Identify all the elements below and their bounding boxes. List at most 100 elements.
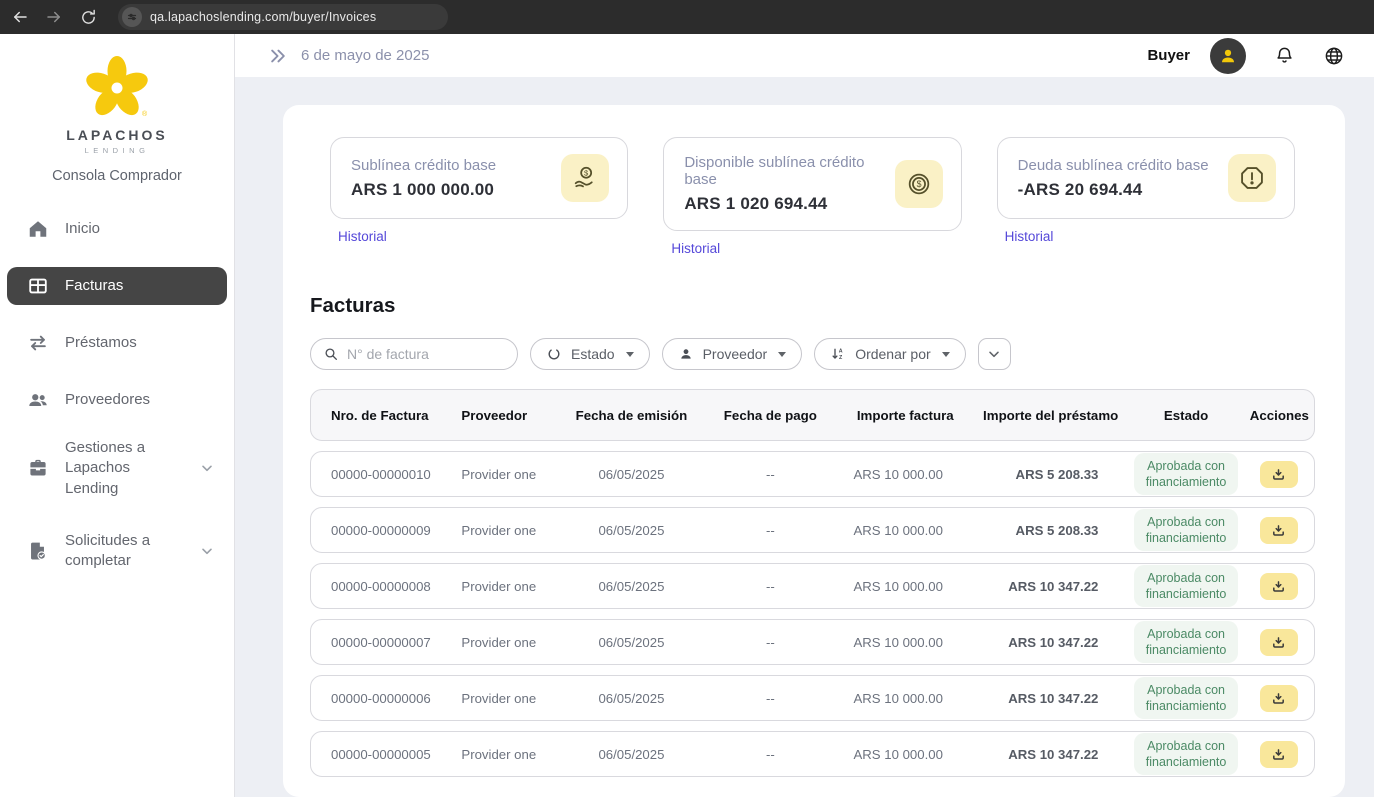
sidebar-item-proveedores[interactable]: Proveedores — [7, 381, 227, 419]
forward-arrow-icon[interactable] — [44, 7, 64, 27]
table-row[interactable]: 00000-00000010 Provider one 06/05/2025 -… — [310, 451, 1315, 497]
reload-icon[interactable] — [78, 7, 98, 27]
bell-icon[interactable] — [1272, 44, 1296, 68]
cell-invoice-amount: ARS 10 000.00 — [838, 747, 973, 762]
swap-arrows-icon — [27, 332, 49, 354]
caret-down-icon — [778, 352, 786, 357]
filter-proveedor[interactable]: Proveedor — [662, 338, 803, 370]
svg-text:A: A — [839, 349, 843, 355]
sidebar-item-facturas[interactable]: Facturas — [7, 267, 227, 305]
cell-payment-date: -- — [703, 691, 837, 706]
download-button[interactable] — [1260, 741, 1298, 768]
site-settings-icon[interactable] — [122, 7, 142, 27]
sidebar-item-prestamos[interactable]: Préstamos — [7, 324, 227, 362]
table-row[interactable]: 00000-00000008 Provider one 06/05/2025 -… — [310, 563, 1315, 609]
sidebar-item-label: Inicio — [65, 219, 215, 239]
cell-provider: Provider one — [449, 523, 559, 538]
table-header: Nro. de Factura Proveedor Fecha de emisi… — [310, 389, 1315, 441]
cell-issue-date: 06/05/2025 — [560, 523, 703, 538]
card-value: ARS 1 000 000.00 — [351, 180, 496, 200]
status-badge: Aprobada con financiamiento — [1134, 621, 1237, 664]
home-icon — [27, 218, 49, 240]
historial-link[interactable]: Historial — [1005, 229, 1054, 244]
status-badge: Aprobada con financiamiento — [1134, 677, 1237, 720]
filter-proveedor-label: Proveedor — [703, 346, 768, 362]
globe-icon[interactable] — [1322, 44, 1346, 68]
topbar: 6 de mayo de 2025 Buyer — [235, 34, 1374, 77]
cell-actions — [1244, 573, 1314, 600]
address-bar[interactable]: qa.lapachoslending.com/buyer/Invoices — [118, 4, 448, 30]
cell-provider: Provider one — [449, 467, 559, 482]
expand-filters-button[interactable] — [978, 338, 1011, 370]
cell-loan-amount: ARS 10 347.22 — [973, 747, 1128, 762]
cell-provider: Provider one — [449, 635, 559, 650]
sidebar: ® LAPACHOS LENDING Consola Comprador Ini… — [0, 34, 235, 797]
download-icon — [1271, 467, 1286, 482]
cell-payment-date: -- — [703, 635, 837, 650]
status-badge: Aprobada con financiamiento — [1134, 453, 1237, 496]
caret-down-icon — [942, 352, 950, 357]
table-row[interactable]: 00000-00000009 Provider one 06/05/2025 -… — [310, 507, 1315, 553]
historial-link[interactable]: Historial — [671, 241, 720, 256]
table-grid-icon — [27, 275, 49, 297]
cell-status: Aprobada con financiamiento — [1128, 565, 1243, 608]
sidebar-item-gestiones[interactable]: Gestiones a Lapachos Lending — [7, 438, 227, 499]
people-icon — [27, 389, 49, 411]
cell-status: Aprobada con financiamiento — [1128, 733, 1243, 776]
cell-payment-date: -- — [703, 523, 837, 538]
cell-loan-amount: ARS 10 347.22 — [973, 635, 1128, 650]
file-check-icon — [27, 540, 49, 562]
coin-icon: $ — [895, 160, 943, 208]
browser-bar: qa.lapachoslending.com/buyer/Invoices — [0, 0, 1374, 34]
cell-invoice-amount: ARS 10 000.00 — [838, 635, 973, 650]
chevron-down-icon[interactable] — [199, 460, 215, 476]
invoices-table: Nro. de Factura Proveedor Fecha de emisi… — [310, 389, 1315, 777]
cell-invoice-amount: ARS 10 000.00 — [838, 523, 973, 538]
sidebar-item-inicio[interactable]: Inicio — [7, 210, 227, 248]
cell-invoice-number: 00000-00000009 — [311, 523, 449, 538]
cell-status: Aprobada con financiamiento — [1128, 621, 1243, 664]
sidebar-item-solicitudes[interactable]: Solicitudes a completar — [7, 525, 227, 577]
cell-provider: Provider one — [449, 691, 559, 706]
card-available-subline: Disponible sublínea crédito base ARS 1 0… — [663, 137, 961, 231]
filter-estado[interactable]: Estado — [530, 338, 650, 370]
lapacho-flower-icon: ® — [84, 56, 150, 120]
cell-invoice-amount: ARS 10 000.00 — [838, 691, 973, 706]
download-button[interactable] — [1260, 685, 1298, 712]
download-button[interactable] — [1260, 461, 1298, 488]
status-circle-icon — [546, 346, 562, 362]
col-header-nro: Nro. de Factura — [311, 408, 449, 423]
col-header-prestamo: Importe del préstamo — [973, 408, 1128, 423]
download-icon — [1271, 635, 1286, 650]
status-badge: Aprobada con financiamiento — [1134, 733, 1237, 776]
download-button[interactable] — [1260, 629, 1298, 656]
table-row[interactable]: 00000-00000006 Provider one 06/05/2025 -… — [310, 675, 1315, 721]
filter-bar: Estado Proveedor AZ Ord — [310, 338, 1315, 370]
search-input[interactable] — [347, 346, 505, 362]
svg-text:®: ® — [142, 110, 148, 118]
download-button[interactable] — [1260, 517, 1298, 544]
cash-hand-icon: $ — [561, 154, 609, 202]
col-header-emision: Fecha de emisión — [560, 408, 703, 423]
cell-status: Aprobada con financiamiento — [1128, 677, 1243, 720]
summary-cards: Sublínea crédito base ARS 1 000 000.00 $… — [330, 137, 1295, 258]
page-title: Facturas — [310, 294, 1315, 318]
filter-ordenar[interactable]: AZ Ordenar por — [814, 338, 965, 370]
avatar[interactable] — [1210, 38, 1246, 74]
card-debt-subline: Deuda sublínea crédito base -ARS 20 694.… — [997, 137, 1295, 219]
download-button[interactable] — [1260, 573, 1298, 600]
table-body: 00000-00000010 Provider one 06/05/2025 -… — [310, 451, 1315, 777]
cell-provider: Provider one — [449, 579, 559, 594]
chevron-down-icon[interactable] — [199, 543, 215, 559]
cell-actions — [1244, 461, 1314, 488]
sidebar-expand-icon[interactable] — [268, 46, 288, 66]
cell-actions — [1244, 685, 1314, 712]
person-icon — [678, 346, 694, 362]
historial-link[interactable]: Historial — [338, 229, 387, 244]
download-icon — [1271, 747, 1286, 762]
back-arrow-icon[interactable] — [10, 7, 30, 27]
table-row[interactable]: 00000-00000005 Provider one 06/05/2025 -… — [310, 731, 1315, 777]
cell-invoice-number: 00000-00000010 — [311, 467, 449, 482]
table-row[interactable]: 00000-00000007 Provider one 06/05/2025 -… — [310, 619, 1315, 665]
filter-estado-label: Estado — [571, 346, 615, 362]
